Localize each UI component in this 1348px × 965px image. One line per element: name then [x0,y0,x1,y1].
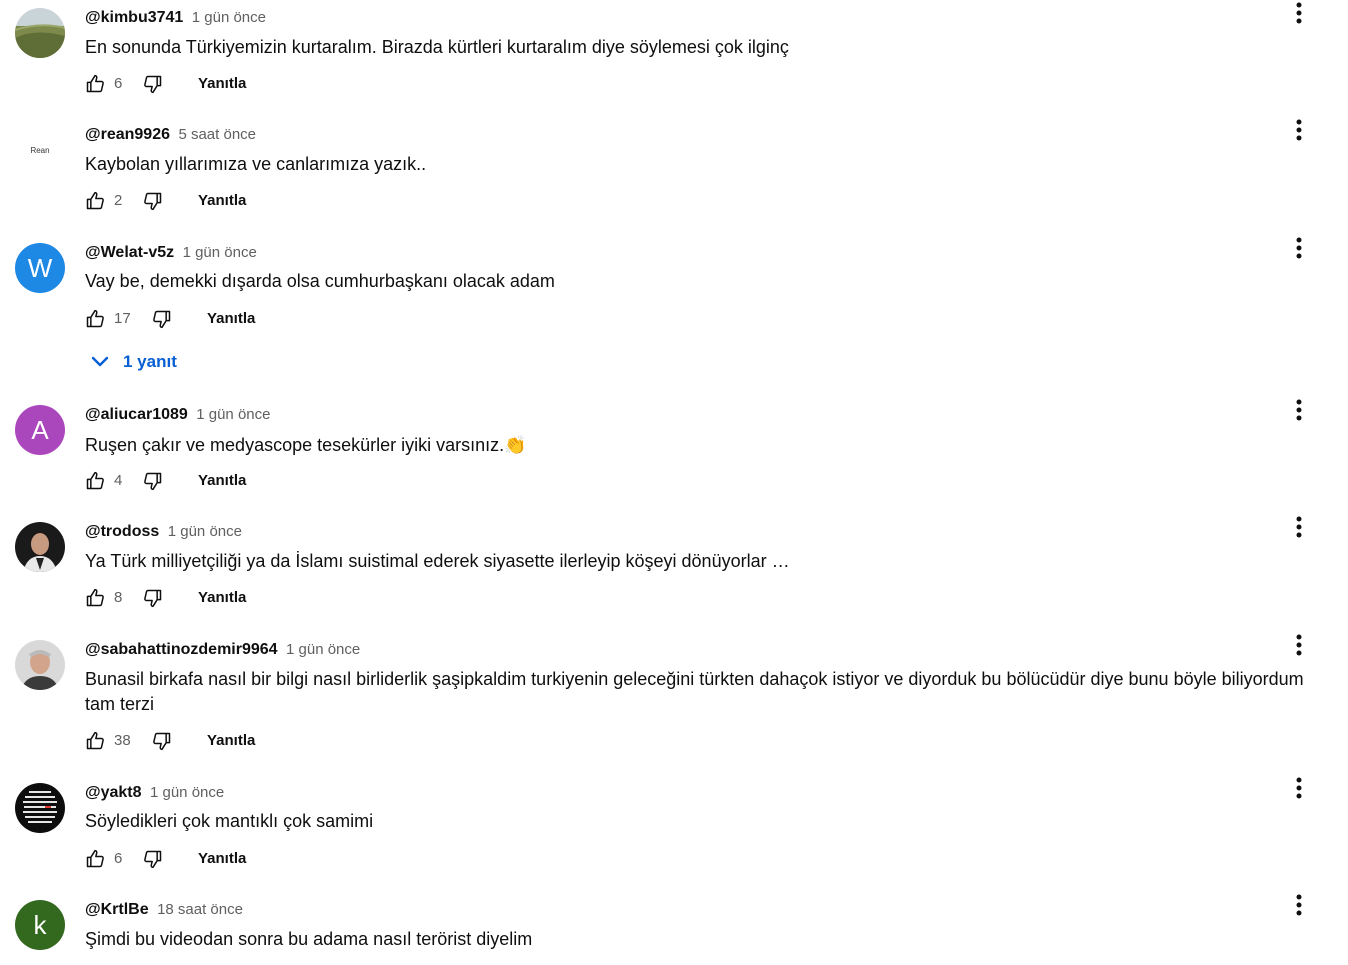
comment-author[interactable]: @trodoss [85,523,159,540]
avatar[interactable]: k [15,900,65,950]
comment-header: @sabahattinozdemir9964 1 gün önce [85,640,360,660]
avatar-text-image [15,783,65,833]
reply-button[interactable]: Yanıtla [198,74,246,94]
thumb-down-icon[interactable] [143,588,163,608]
comment-time[interactable]: 1 gün önce [150,784,224,801]
avatar-letter: A [31,414,49,445]
avatar-label: Rean [30,145,50,155]
thumb-down-icon[interactable] [152,309,172,329]
more-vert-icon[interactable] [1290,398,1308,422]
comment-text: Şimdi bu videodan sonra bu adama nasıl t… [85,929,533,949]
comment-text: Kaybolan yıllarımıza ve canlarımıza yazı… [85,154,427,174]
reply-button[interactable]: Yanıtla [198,849,246,869]
comment-time[interactable]: 18 saat önce [157,901,243,918]
comment-author[interactable]: @kimbu3741 [85,9,183,26]
avatar[interactable] [15,522,65,572]
comment-header: @rean9926 5 saat önce [85,125,256,145]
reply-button[interactable]: Yanıtla [207,731,255,751]
comment-header: @aliucar1089 1 gün önce [85,405,270,425]
like-count: 8 [114,589,123,606]
like-count: 38 [114,732,131,749]
thumb-up-icon[interactable] [85,309,105,329]
comment-author[interactable]: @aliucar1089 [85,406,188,423]
avatar[interactable]: Rean [15,125,65,175]
like-count: 6 [114,850,123,867]
comment-text: Bunasil birkafa nasıl bir bilgi nasıl bi… [85,669,1304,714]
reply-button[interactable]: Yanıtla [198,191,246,211]
thumb-up-icon[interactable] [85,74,105,94]
avatar-letter: k [33,909,47,940]
comment-text: Vay be, demekki dışarda olsa cumhurbaşka… [85,271,555,291]
thumb-down-icon[interactable] [143,471,163,491]
comment-text: En sonunda Türkiyemizin kurtaralım. Bira… [85,37,789,57]
more-vert-icon[interactable] [1290,118,1308,142]
comment-author[interactable]: @Welat-v5z [85,244,174,261]
comment-time[interactable]: 1 gün önce [196,406,270,423]
more-vert-icon[interactable] [1290,1,1308,25]
comment-text: Söyledikleri çok mantıklı çok samimi [85,811,374,831]
thumb-down-icon[interactable] [143,191,163,211]
comment-time[interactable]: 1 gün önce [192,9,266,26]
more-vert-icon[interactable] [1290,776,1308,800]
thumb-up-icon[interactable] [85,471,105,491]
avatar-portrait-image [15,640,65,690]
comment-time[interactable]: 1 gün önce [183,244,257,261]
comment-time[interactable]: 1 gün önce [286,641,360,658]
reply-button[interactable]: Yanıtla [198,471,246,491]
avatar[interactable]: A [15,405,65,455]
avatar[interactable] [15,783,65,833]
thumb-down-icon[interactable] [143,849,163,869]
like-count: 2 [114,192,123,209]
comment-text: Ruşen çakır ve medyascope tesekürler iyi… [85,435,527,455]
avatar[interactable]: W [15,243,65,293]
comment-author[interactable]: @rean9926 [85,126,170,143]
more-vert-icon[interactable] [1290,893,1308,917]
thumb-up-icon[interactable] [85,731,105,751]
avatar-letter: W [27,252,53,283]
thumb-up-icon[interactable] [85,588,105,608]
comment-time[interactable]: 1 gün önce [168,523,242,540]
thumb-down-icon[interactable] [143,74,163,94]
like-count: 4 [114,472,123,489]
chevron-down-icon [88,350,112,374]
comment-header: @KrtlBe 18 saat önce [85,900,243,920]
comment-text: Ya Türk milliyetçiliği ya da İslamı suis… [85,551,790,571]
replies-count: 1 yanıt [123,352,177,371]
thumb-up-icon[interactable] [85,191,105,211]
thumb-up-icon[interactable] [85,849,105,869]
avatar[interactable] [15,640,65,690]
comment-author[interactable]: @yakt8 [85,784,142,801]
like-count: 6 [114,75,123,92]
more-vert-icon[interactable] [1290,515,1308,539]
avatar-portrait-image [15,522,65,572]
reply-button[interactable]: Yanıtla [207,309,255,329]
avatar[interactable] [15,8,65,58]
comment-author[interactable]: @KrtlBe [85,901,149,918]
comment-header: @Welat-v5z 1 gün önce [85,243,257,263]
view-replies-button[interactable]: 1 yanıt [88,350,288,376]
like-count: 17 [114,310,131,327]
more-vert-icon[interactable] [1290,633,1308,657]
comment-header: @trodoss 1 gün önce [85,522,242,542]
reply-button[interactable]: Yanıtla [198,588,246,608]
comment-time[interactable]: 5 saat önce [178,126,256,143]
thumb-down-icon[interactable] [152,731,172,751]
comment-author[interactable]: @sabahattinozdemir9964 [85,641,278,658]
more-vert-icon[interactable] [1290,236,1308,260]
comment-header: @kimbu3741 1 gün önce [85,8,266,28]
comment-header: @yakt8 1 gün önce [85,783,224,803]
avatar-landscape-image [15,8,65,58]
